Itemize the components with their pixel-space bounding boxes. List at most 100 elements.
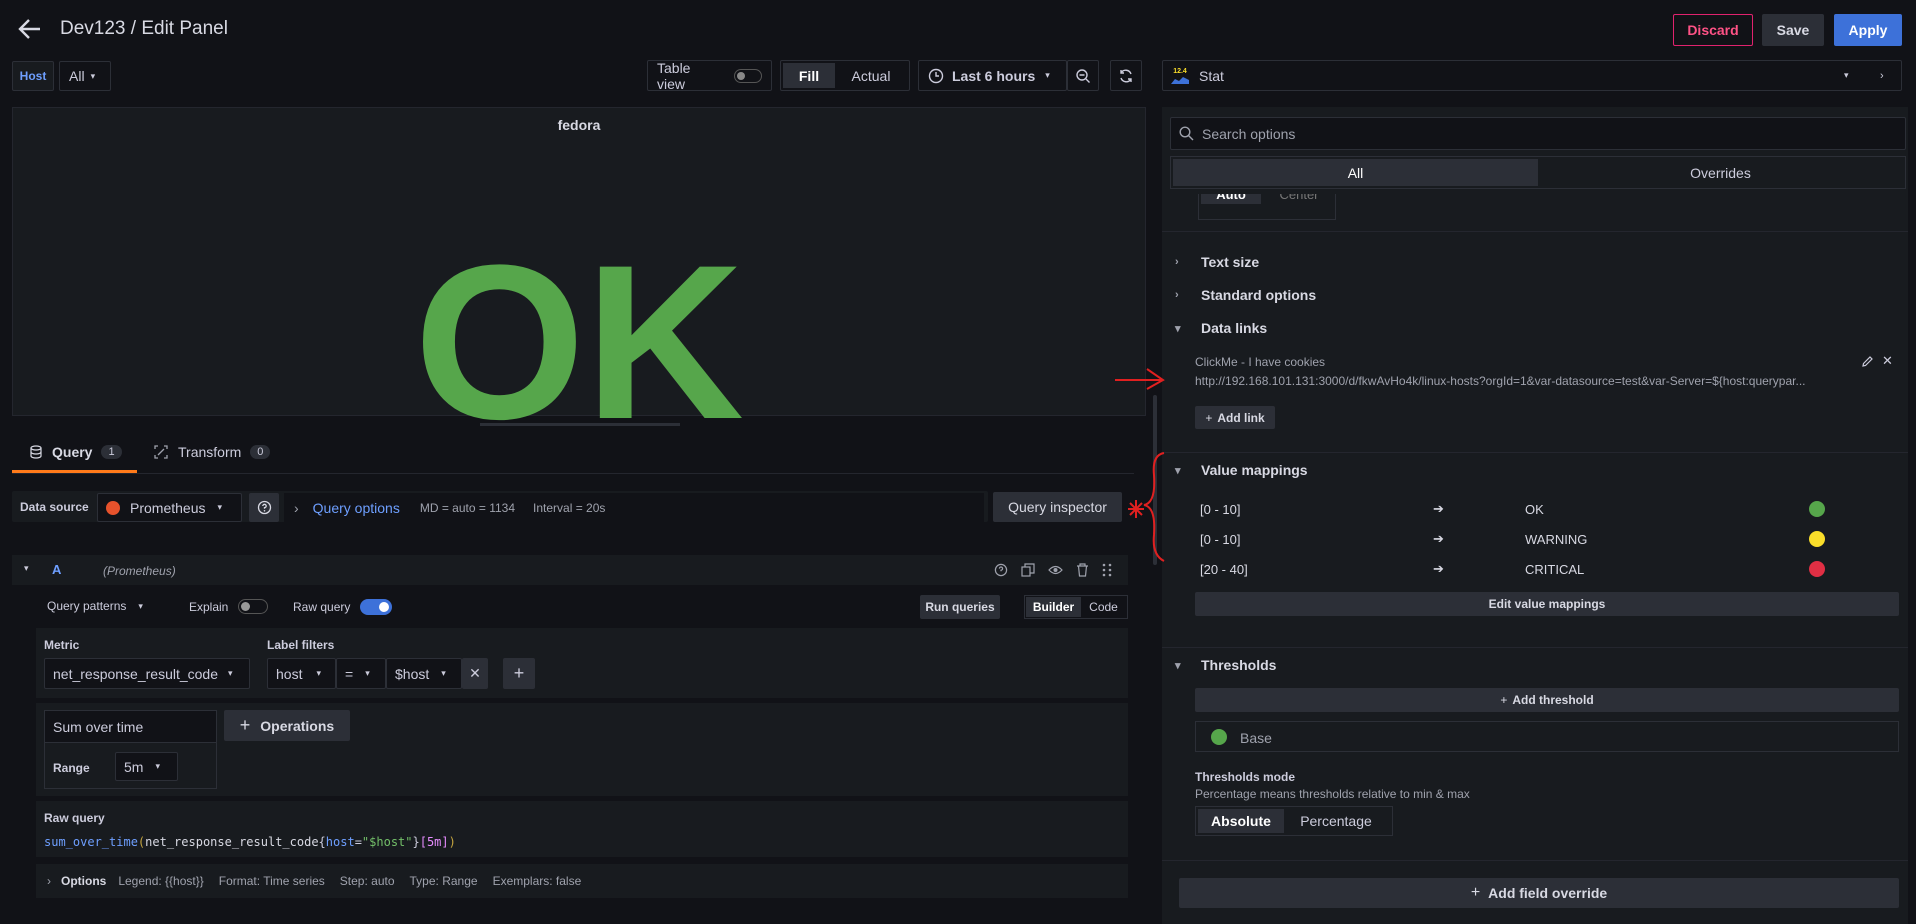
tab-overrides[interactable]: Overrides xyxy=(1538,159,1903,186)
value-mappings-label: Value mappings xyxy=(1201,462,1308,478)
legend-info: Legend: {{host}} xyxy=(118,874,204,888)
apply-button[interactable]: Apply xyxy=(1834,14,1902,46)
close-icon[interactable]: ✕ xyxy=(1882,353,1893,369)
filter-value-select[interactable]: $host ▾ xyxy=(386,658,462,689)
thresholds-mode-desc: Percentage means thresholds relative to … xyxy=(1195,787,1470,801)
range-select[interactable]: 5m ▾ xyxy=(115,752,178,781)
absolute-button[interactable]: Absolute xyxy=(1198,809,1284,833)
metric-label: Metric xyxy=(44,638,80,652)
mapping-color-dot[interactable] xyxy=(1809,561,1825,577)
link-url[interactable]: http://192.168.101.131:3000/d/fkwAvHo4k/… xyxy=(1195,374,1835,388)
datasource-select[interactable]: Prometheus ▾ xyxy=(97,493,242,522)
tabs-divider xyxy=(12,473,1134,474)
justify-center[interactable]: Center xyxy=(1269,194,1329,204)
table-view-toggle[interactable]: Table view xyxy=(647,60,772,92)
raw-query-switch[interactable] xyxy=(360,599,393,615)
transform-count-badge: 0 xyxy=(250,445,271,459)
tab-all[interactable]: All xyxy=(1173,159,1538,186)
add-link-button[interactable]: + Add link xyxy=(1195,406,1275,429)
tab-query[interactable]: Query 1 xyxy=(30,444,122,460)
builder-button[interactable]: Builder xyxy=(1026,597,1081,617)
code-button[interactable]: Code xyxy=(1081,597,1126,617)
add-threshold-button[interactable]: + Add threshold xyxy=(1195,688,1899,712)
save-button[interactable]: Save xyxy=(1762,14,1824,46)
operations-button[interactable]: + Operations xyxy=(224,710,350,741)
data-links-label: Data links xyxy=(1201,320,1268,336)
help-icon[interactable] xyxy=(994,563,1008,577)
add-field-override-button[interactable]: + Add field override xyxy=(1179,878,1899,908)
host-variable-select[interactable]: All ▾ xyxy=(59,61,111,91)
actual-button[interactable]: Actual xyxy=(835,63,907,88)
add-threshold-label: Add threshold xyxy=(1512,693,1594,707)
mapping-row[interactable]: [20 - 40] ➔ CRITICAL xyxy=(1200,557,1830,581)
add-filter-button[interactable]: + xyxy=(503,658,535,689)
run-queries-button[interactable]: Run queries xyxy=(920,595,1000,619)
thresholds-mode-label: Thresholds mode xyxy=(1195,770,1296,784)
back-arrow-icon[interactable] xyxy=(18,18,42,40)
chevron-down-icon[interactable]: ▾ xyxy=(1844,70,1849,81)
duplicate-icon[interactable] xyxy=(1021,563,1035,577)
options-summary[interactable]: › Options Legend: {{host}} Format: Time … xyxy=(47,874,581,888)
zoom-out-button[interactable] xyxy=(1067,60,1099,91)
trash-icon[interactable] xyxy=(1076,563,1089,577)
toggle-switch[interactable] xyxy=(734,68,762,83)
mapping-row[interactable]: [0 - 10] ➔ WARNING xyxy=(1200,527,1830,551)
justify-auto[interactable]: Auto xyxy=(1201,194,1261,204)
mapping-color-dot[interactable] xyxy=(1809,531,1825,547)
query-patterns-select[interactable]: Query patterns ▾ xyxy=(47,599,143,613)
mapping-range: [0 - 10] xyxy=(1200,501,1241,517)
link-title[interactable]: ClickMe - I have cookies xyxy=(1195,355,1325,369)
visualization-picker[interactable]: 12.4 Stat ▾ › xyxy=(1162,60,1902,91)
metric-select[interactable]: net_response_result_code ▾ xyxy=(44,658,250,689)
refresh-button[interactable] xyxy=(1110,60,1142,91)
thresholds-label: Thresholds xyxy=(1201,657,1277,673)
chevron-down-icon[interactable]: ▾ xyxy=(24,563,29,574)
fill-button[interactable]: Fill xyxy=(783,63,835,88)
builder-code-toggle: Builder Code xyxy=(1024,595,1128,619)
filter-key-select[interactable]: host ▾ xyxy=(267,658,336,689)
standard-options-label: Standard options xyxy=(1201,287,1317,303)
mapping-row[interactable]: [0 - 10] ➔ OK xyxy=(1200,497,1830,521)
threshold-base-row: Base xyxy=(1195,721,1899,752)
resize-handle[interactable] xyxy=(480,423,680,426)
operation-name[interactable]: Sum over time xyxy=(45,711,216,743)
operations-label: Operations xyxy=(260,717,335,734)
section-value-mappings[interactable]: ▾ Value mappings xyxy=(1175,462,1308,478)
panel-preview: fedora OK xyxy=(12,107,1146,452)
plus-icon: + xyxy=(1205,410,1213,425)
datasource-help-button[interactable] xyxy=(249,493,279,522)
percentage-button[interactable]: Percentage xyxy=(1284,809,1388,833)
remove-filter-button[interactable]: ✕ xyxy=(462,658,488,689)
raw-brace: { xyxy=(318,835,326,849)
query-ref-id[interactable]: A xyxy=(52,562,61,577)
threshold-color-dot[interactable] xyxy=(1211,729,1227,745)
eye-icon[interactable] xyxy=(1048,563,1063,577)
raw-query-toggle[interactable]: Raw query xyxy=(293,599,393,615)
explain-switch[interactable] xyxy=(238,599,269,614)
time-range-picker[interactable]: Last 6 hours ▾ xyxy=(918,60,1067,91)
explain-toggle[interactable]: Explain xyxy=(189,599,269,614)
section-data-links[interactable]: ▾ Data links xyxy=(1175,320,1267,336)
panel-title: fedora xyxy=(557,117,601,133)
arrow-right-icon: ➔ xyxy=(1433,531,1444,546)
mapping-text: CRITICAL xyxy=(1525,561,1585,577)
divider xyxy=(1162,231,1908,232)
section-standard-options[interactable]: › Standard options xyxy=(1175,287,1316,303)
section-text-size[interactable]: › Text size xyxy=(1175,254,1259,270)
query-row-actions xyxy=(994,563,1112,577)
justify-toggle[interactable]: Auto Center xyxy=(1198,194,1336,220)
section-thresholds[interactable]: ▾ Thresholds xyxy=(1175,657,1276,673)
raw-query-section-label: Raw query xyxy=(44,811,105,825)
clock-icon xyxy=(928,68,944,84)
viz-name: Stat xyxy=(1199,67,1224,84)
mapping-color-dot[interactable] xyxy=(1809,501,1825,517)
search-options-input[interactable]: Search options xyxy=(1170,117,1906,150)
chevron-right-icon[interactable]: › xyxy=(1880,70,1884,82)
query-options-toggle[interactable]: › Query options MD = auto = 1134 Interva… xyxy=(284,493,984,522)
discard-button[interactable]: Discard xyxy=(1673,14,1753,46)
edit-value-mappings-button[interactable]: Edit value mappings xyxy=(1195,592,1899,616)
mapping-range: [0 - 10] xyxy=(1200,531,1241,547)
pencil-icon[interactable] xyxy=(1861,355,1874,368)
filter-operator-select[interactable]: = ▾ xyxy=(336,658,386,689)
tab-transform[interactable]: Transform 0 xyxy=(154,444,271,460)
